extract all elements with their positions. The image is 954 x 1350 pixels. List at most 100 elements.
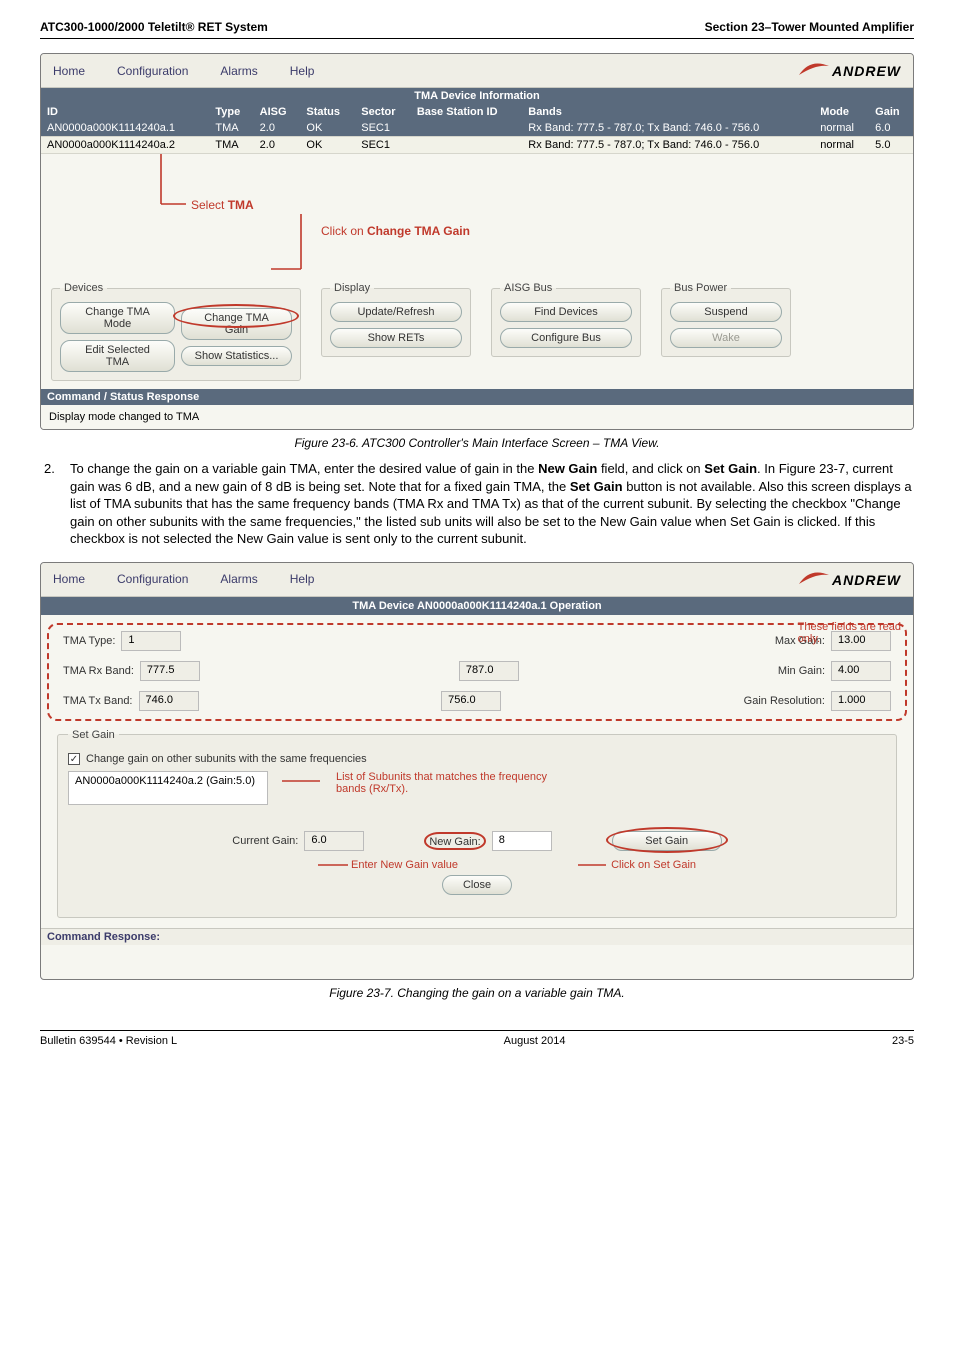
table-row[interactable]: AN0000a000K1114240a.2 TMA 2.0 OK SEC1 Rx… [41, 137, 913, 154]
callout-list-desc: List of Subunits that matches the freque… [336, 771, 547, 795]
display-legend: Display [330, 282, 374, 294]
cell-status: OK [300, 137, 355, 154]
gain-res-field: 1.000 [831, 691, 891, 711]
change-subunits-checkbox[interactable]: ✓ Change gain on other subunits with the… [68, 753, 367, 765]
cmd-response-title: Command / Status Response [41, 389, 913, 405]
tma-table-body: AN0000a000K1114240a.1 TMA 2.0 OK SEC1 Rx… [41, 120, 913, 154]
paragraph-number: 2. [44, 460, 55, 478]
edit-selected-tma-button[interactable]: Edit Selected TMA [60, 340, 175, 372]
cell-type: TMA [209, 137, 253, 154]
aisg-bus-panel: AISG Bus Find Devices Configure Bus [491, 282, 641, 357]
screenshot-2: Home Configuration Alarms Help ANDREW TM… [40, 562, 914, 981]
cell-sector: SEC1 [355, 137, 411, 154]
cell-base [411, 120, 522, 137]
cell-bands: Rx Band: 777.5 - 787.0; Tx Band: 746.0 -… [522, 137, 814, 154]
devices-legend: Devices [60, 282, 107, 294]
doc-header: ATC300-1000/2000 Teletilt® RET System Se… [40, 20, 914, 39]
new-gain-input[interactable]: 8 [492, 831, 552, 851]
tma-tx-field: 746.0 [139, 691, 199, 711]
andrew-logo-text: ANDREW [832, 572, 901, 588]
tma-device-info-title: TMA Device Information [41, 88, 913, 104]
list-item[interactable]: AN0000a000K1114240a.2 (Gain:5.0) [75, 775, 261, 787]
cell-id: AN0000a000K1114240a.2 [41, 137, 209, 154]
col-bands[interactable]: Bands [522, 104, 814, 120]
cell-mode: normal [814, 120, 869, 137]
cell-base [411, 137, 522, 154]
checkbox-label: Change gain on other subunits with the s… [86, 753, 367, 765]
devices-panel: Devices Change TMA Mode Edit Selected TM… [51, 282, 301, 381]
display-panel: Display Update/Refresh Show RETs [321, 282, 471, 357]
find-devices-button[interactable]: Find Devices [500, 302, 632, 322]
cell-status: OK [300, 120, 355, 137]
set-gain-legend: Set Gain [68, 729, 119, 741]
cell-gain: 5.0 [869, 137, 913, 154]
menu-configuration[interactable]: Configuration [117, 572, 188, 586]
menu-alarms[interactable]: Alarms [220, 64, 257, 78]
col-status[interactable]: Status [300, 104, 355, 120]
andrew-swoosh-icon [798, 571, 830, 585]
operation-title: TMA Device AN0000a000K1114240a.1 Operati… [41, 597, 913, 615]
cmd-response-text: Display mode changed to TMA [41, 405, 913, 429]
menu-home[interactable]: Home [53, 572, 85, 586]
cell-aisg: 2.0 [254, 120, 301, 137]
col-mode[interactable]: Mode [814, 104, 869, 120]
callout-click-change-gain: Click on Change TMA Gain [321, 224, 470, 238]
subunits-list[interactable]: AN0000a000K1114240a.2 (Gain:5.0) [68, 771, 268, 805]
footer-center: August 2014 [504, 1035, 566, 1047]
menu-home[interactable]: Home [53, 64, 85, 78]
tma-rx-label: TMA Rx Band: [63, 665, 134, 677]
footer-right: 23-5 [892, 1035, 914, 1047]
update-refresh-button[interactable]: Update/Refresh [330, 302, 462, 322]
callout-enter-new-gain: Enter New Gain value [318, 859, 458, 871]
set-gain-group: Set Gain ✓ Change gain on other subunits… [57, 729, 897, 919]
new-gain-highlight: New Gain: [424, 832, 485, 850]
cell-type: TMA [209, 120, 253, 137]
app-menubar-2: Home Configuration Alarms Help ANDREW [41, 563, 913, 597]
app-menubar: Home Configuration Alarms Help ANDREW [41, 54, 913, 88]
current-gain-label: Current Gain: [232, 835, 298, 847]
col-gain[interactable]: Gain [869, 104, 913, 120]
col-sector[interactable]: Sector [355, 104, 411, 120]
set-gain-highlight [606, 827, 728, 853]
checkbox-icon: ✓ [68, 753, 80, 765]
callout-click-set-gain: Click on Set Gain [578, 859, 696, 871]
menu-help[interactable]: Help [290, 64, 315, 78]
col-base[interactable]: Base Station ID [411, 104, 522, 120]
suspend-button[interactable]: Suspend [670, 302, 782, 322]
cell-aisg: 2.0 [254, 137, 301, 154]
table-row[interactable]: AN0000a000K1114240a.1 TMA 2.0 OK SEC1 Rx… [41, 120, 913, 137]
configure-bus-button[interactable]: Configure Bus [500, 328, 632, 348]
menu-configuration[interactable]: Configuration [117, 64, 188, 78]
cell-sector: SEC1 [355, 120, 411, 137]
aisg-bus-legend: AISG Bus [500, 282, 556, 294]
col-type[interactable]: Type [209, 104, 253, 120]
callout-select-tma: Select TMA [191, 198, 254, 212]
show-statistics-button[interactable]: Show Statistics... [181, 346, 292, 366]
cell-id: AN0000a000K1114240a.1 [41, 120, 209, 137]
show-rets-button[interactable]: Show RETs [330, 328, 462, 348]
tma-type-label: TMA Type: [63, 635, 115, 647]
tma-rx-field: 777.5 [140, 661, 200, 681]
col-aisg[interactable]: AISG [254, 104, 301, 120]
close-button[interactable]: Close [442, 875, 512, 895]
menu-alarms[interactable]: Alarms [220, 572, 257, 586]
tma-type-field: 1 [121, 631, 181, 651]
wake-button: Wake [670, 328, 782, 348]
figure-23-7-caption: Figure 23-7. Changing the gain on a vari… [40, 986, 914, 1000]
callout-readonly: These fields are read only. [798, 621, 901, 645]
menu-help[interactable]: Help [290, 572, 315, 586]
arrow-icon [578, 860, 608, 870]
command-response-title: Command Response: [41, 928, 913, 945]
change-tma-mode-button[interactable]: Change TMA Mode [60, 302, 175, 334]
tma-tx-label: TMA Tx Band: [63, 695, 133, 707]
arrow-icon [318, 860, 348, 870]
andrew-logo: ANDREW [798, 62, 901, 79]
col-id[interactable]: ID [41, 104, 209, 120]
bus-power-panel: Bus Power Suspend Wake [661, 282, 791, 357]
doc-footer: Bulletin 639544 • Revision L August 2014… [40, 1030, 914, 1047]
min-gain-label: Min Gain: [778, 665, 825, 677]
min-gain-field: 4.00 [831, 661, 891, 681]
change-tma-gain-highlight [173, 304, 299, 328]
doc-header-left: ATC300-1000/2000 Teletilt® RET System [40, 20, 268, 34]
bus-power-legend: Bus Power [670, 282, 731, 294]
